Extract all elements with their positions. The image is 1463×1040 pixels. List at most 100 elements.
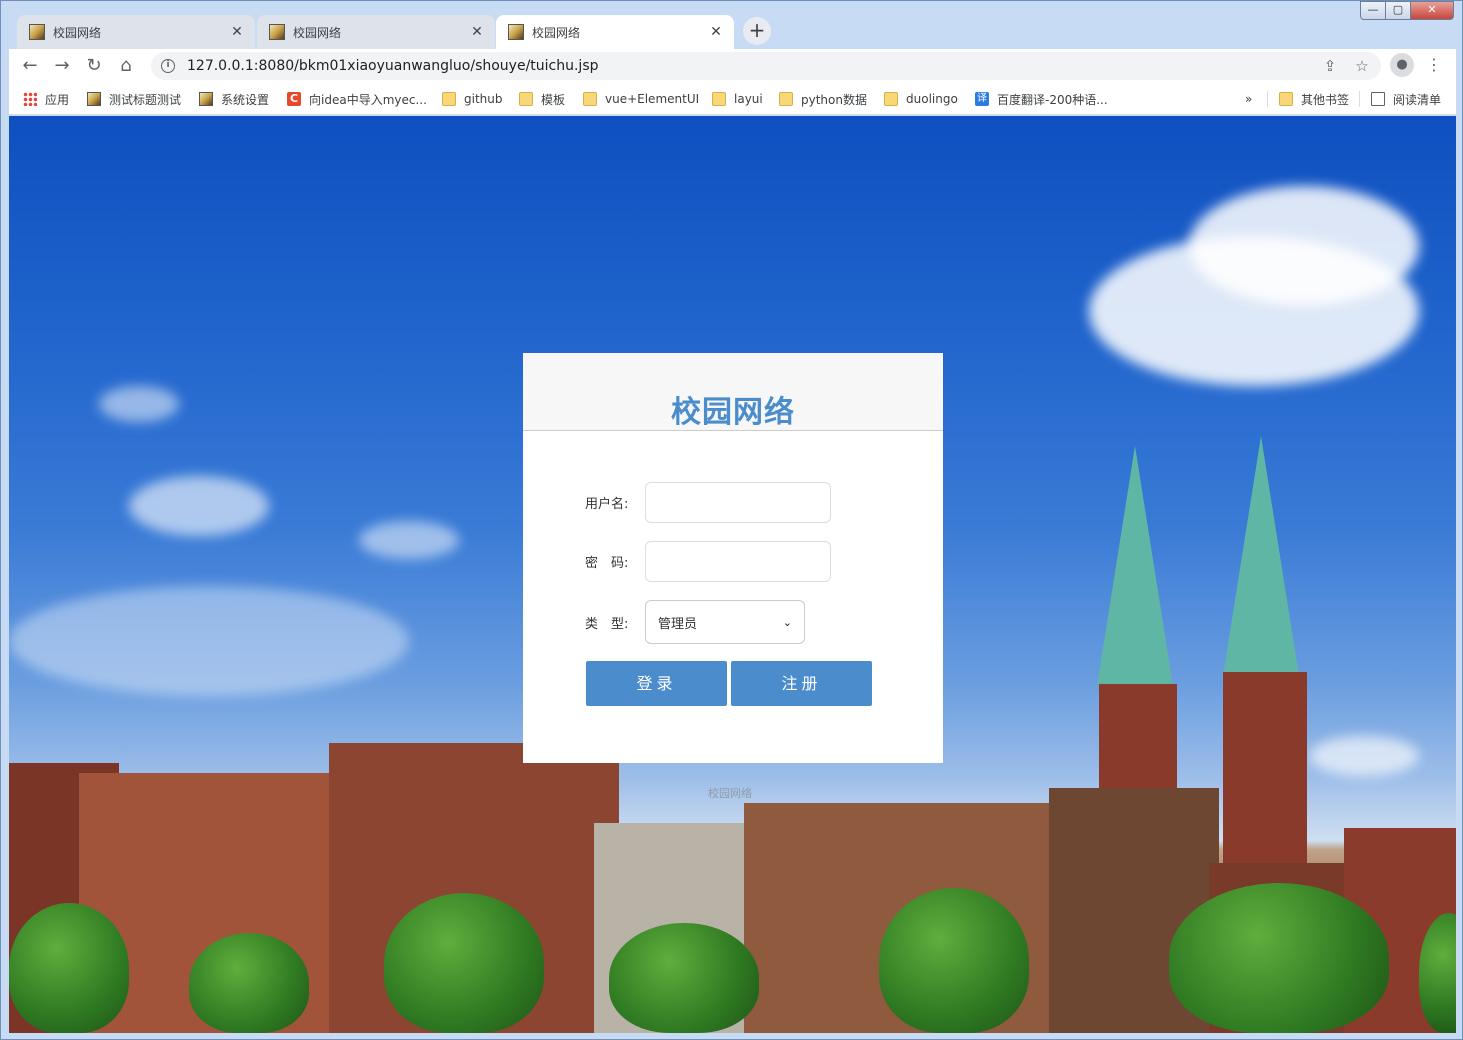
bookmark-item[interactable]: 测试标题测试 (87, 89, 181, 109)
back-icon[interactable]: ← (17, 53, 43, 79)
church-spire (1223, 436, 1299, 676)
username-row: 用户名: (585, 482, 831, 523)
forward-icon[interactable]: → (49, 53, 75, 79)
bookmark-label: github (464, 92, 503, 106)
login-card: 校园网络 用户名: 密 码: 类 型: 管理员 ⌄ 登录 注册 (523, 353, 943, 763)
bookmark-item[interactable]: 译 百度翻译-200种语... (975, 89, 1108, 109)
bookmark-label: 应用 (45, 92, 70, 107)
username-input[interactable] (645, 482, 831, 523)
password-label: 密 码: (585, 556, 629, 571)
folder-icon (1279, 92, 1293, 106)
bookmark-item[interactable]: 系统设置 (199, 89, 269, 109)
chevron-down-icon: ⌄ (782, 615, 792, 629)
tree (384, 893, 544, 1033)
browser-window: — ▢ ✕ 校园网络 ✕ 校园网络 ✕ 校园网络 ✕ + ← → ↻ ⌂ i 1… (0, 0, 1463, 1040)
close-tab-icon[interactable]: ✕ (708, 24, 724, 40)
tab-3-active[interactable]: 校园网络 ✕ (496, 15, 734, 49)
bookmark-star-icon[interactable]: ☆ (1351, 56, 1373, 76)
bookmark-folder[interactable]: python数据 (779, 89, 867, 109)
tab-2[interactable]: 校园网络 ✕ (257, 15, 495, 49)
folder-icon (442, 92, 456, 106)
username-label: 用户名: (585, 497, 629, 512)
bookmark-label: layui (734, 92, 763, 106)
site-info-icon[interactable]: i (161, 59, 175, 73)
login-button[interactable]: 登录 (586, 661, 727, 706)
tab-title: 校园网络 (532, 25, 581, 40)
profile-avatar-icon[interactable]: ● (1390, 53, 1414, 77)
page-favicon-icon (87, 92, 101, 106)
bookmark-folder[interactable]: duolingo (884, 89, 958, 109)
folder-icon (712, 92, 726, 106)
page-viewport: 校园网络 用户名: 密 码: 类 型: 管理员 ⌄ 登录 注册 校园网络 (9, 116, 1456, 1033)
bookmark-label: 阅读清单 (1393, 92, 1442, 107)
type-row: 类 型: 管理员 ⌄ (585, 600, 805, 644)
home-icon[interactable]: ⌂ (113, 53, 139, 79)
reading-list-button[interactable]: 阅读清单 (1371, 89, 1441, 109)
address-bar-actions: ⇪ ☆ (1309, 56, 1373, 76)
browser-menu-icon[interactable]: ⋮ (1424, 53, 1444, 77)
user-type-select[interactable]: 管理员 ⌄ (645, 600, 805, 644)
bookmarks-bar: 应用 测试标题测试 系统设置 C 向idea中导入myec... github … (9, 83, 1456, 115)
bookmark-label: duolingo (906, 92, 958, 106)
tab-title: 校园网络 (293, 25, 342, 40)
page-favicon-icon (269, 24, 285, 40)
bookmarks-overflow-icon[interactable]: » (1245, 89, 1252, 109)
browser-toolbar: ← → ↻ ⌂ i 127.0.0.1:8080/bkm01xiaoyuanwa… (9, 49, 1456, 83)
bookmark-folder[interactable]: 模板 (519, 89, 565, 109)
register-button[interactable]: 注册 (731, 661, 872, 706)
login-title: 校园网络 (671, 395, 795, 430)
bookmark-label: python数据 (801, 92, 867, 107)
other-bookmarks-folder[interactable]: 其他书签 (1279, 89, 1349, 109)
tree (1169, 883, 1389, 1033)
apps-grid-icon (23, 92, 37, 106)
cloud-decoration (1309, 736, 1419, 776)
cloud-decoration (129, 476, 269, 536)
login-header: 校园网络 (523, 353, 943, 431)
folder-icon (779, 92, 793, 106)
user-type-selected: 管理员 (658, 616, 698, 632)
close-tab-icon[interactable]: ✕ (229, 24, 245, 40)
translate-icon: 译 (975, 92, 989, 106)
footer-watermark-text: 校园网络 (708, 787, 752, 800)
cloud-decoration (99, 386, 179, 422)
cloud-decoration (1189, 186, 1419, 306)
cloud-decoration (359, 521, 459, 559)
bookmark-apps[interactable]: 应用 (23, 89, 69, 109)
reload-icon[interactable]: ↻ (81, 53, 107, 79)
share-icon[interactable]: ⇪ (1319, 56, 1341, 76)
bookmark-folder[interactable]: layui (712, 89, 763, 109)
folder-icon (583, 92, 597, 106)
tab-strip: 校园网络 ✕ 校园网络 ✕ 校园网络 ✕ + (9, 9, 1456, 49)
bookmark-label: 系统设置 (221, 92, 270, 107)
page-favicon-icon (29, 24, 45, 40)
new-tab-icon[interactable]: + (743, 17, 771, 45)
church-spire (1097, 446, 1173, 686)
cloud-decoration (9, 586, 409, 696)
page-favicon-icon (508, 24, 524, 40)
tree (609, 923, 759, 1033)
folder-icon (884, 92, 898, 106)
csdn-icon: C (287, 92, 301, 106)
type-label: 类 型: (585, 616, 629, 632)
password-input[interactable] (645, 541, 831, 582)
bookmark-folder[interactable]: github (442, 89, 502, 109)
url-text[interactable]: 127.0.0.1:8080/bkm01xiaoyuanwangluo/shou… (187, 58, 599, 74)
tree (189, 933, 309, 1033)
reading-list-icon (1371, 92, 1385, 106)
password-row: 密 码: (585, 541, 831, 582)
bookmark-separator (1359, 91, 1360, 107)
tree (879, 888, 1029, 1033)
bookmark-separator (1267, 91, 1268, 107)
bookmark-label: 向idea中导入myec... (309, 92, 427, 107)
bookmark-label: vue+ElementUI (605, 92, 700, 106)
bookmark-label: 百度翻译-200种语... (997, 92, 1108, 107)
bookmark-label: 模板 (541, 92, 566, 107)
close-tab-icon[interactable]: ✕ (469, 24, 485, 40)
bookmark-folder[interactable]: vue+ElementUI (583, 89, 699, 109)
folder-icon (519, 92, 533, 106)
address-bar[interactable]: i 127.0.0.1:8080/bkm01xiaoyuanwangluo/sh… (151, 52, 1381, 80)
tab-1[interactable]: 校园网络 ✕ (17, 15, 255, 49)
tab-title: 校园网络 (53, 25, 102, 40)
bookmark-label: 其他书签 (1301, 92, 1350, 107)
bookmark-item[interactable]: C 向idea中导入myec... (287, 89, 427, 109)
